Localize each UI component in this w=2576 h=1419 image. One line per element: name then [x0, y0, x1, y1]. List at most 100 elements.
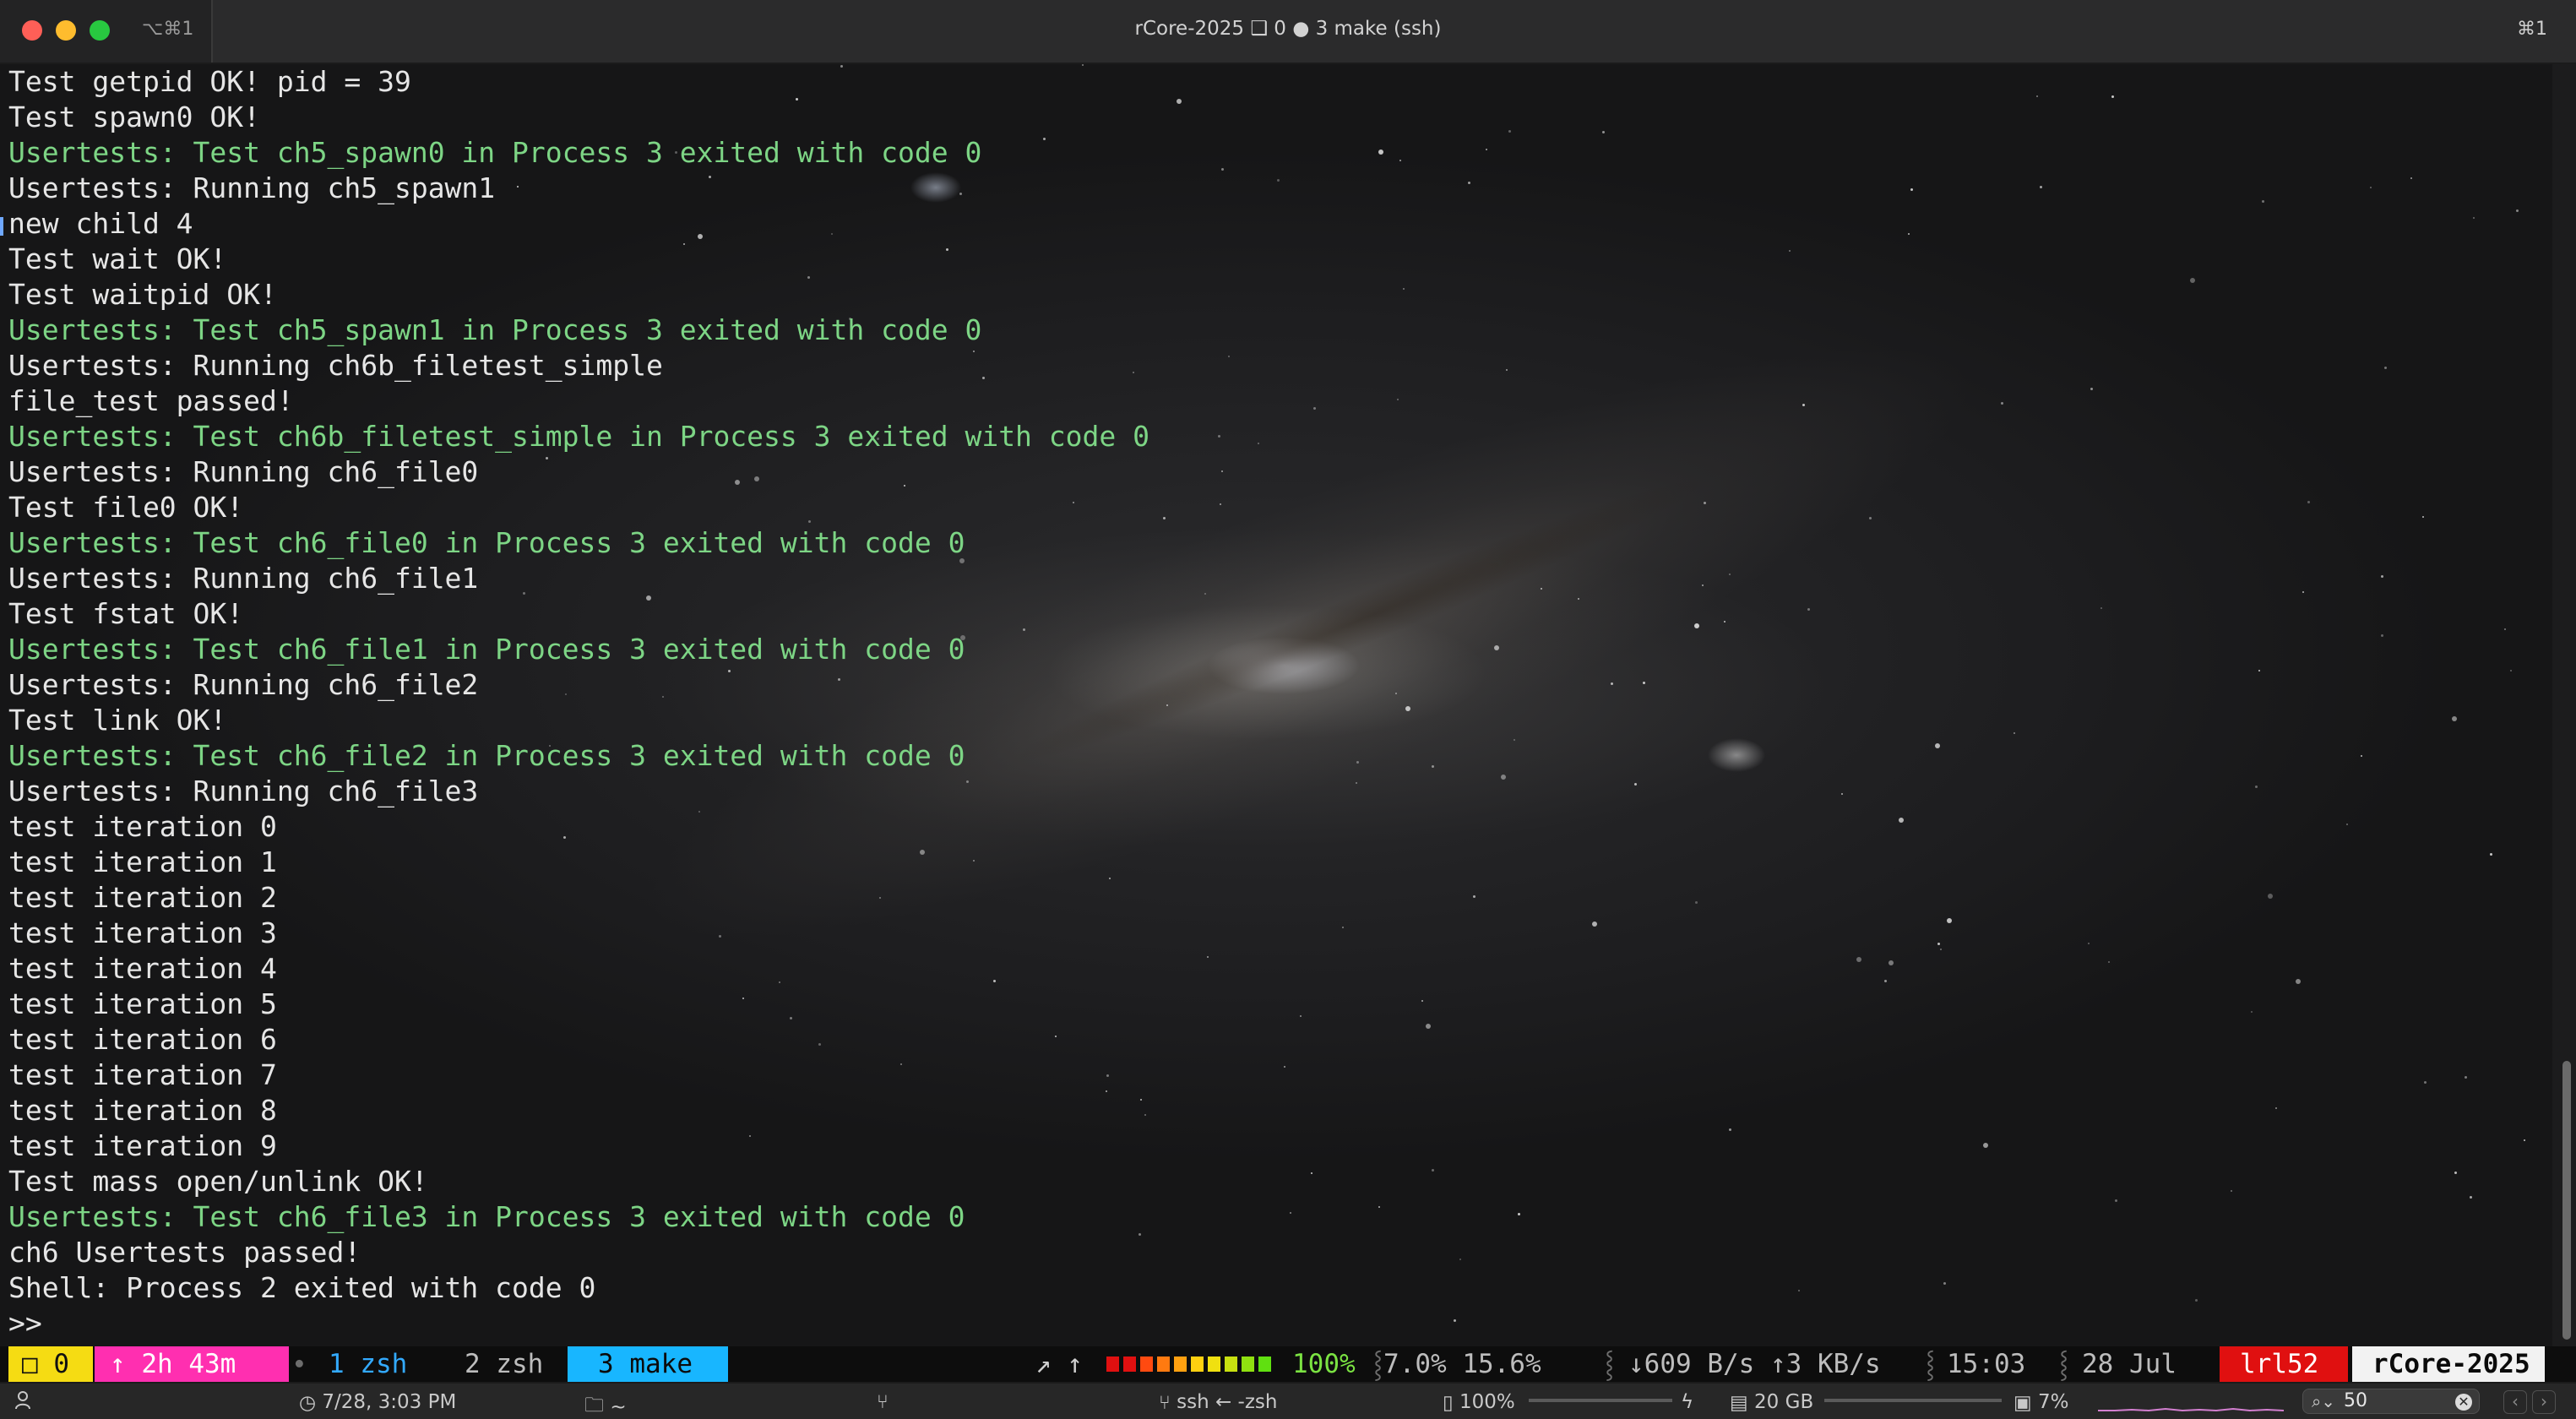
star: [1394, 692, 1397, 694]
tmux-hostname: rCore-2025: [2352, 1346, 2545, 1382]
git-branch-icon[interactable]: ⑂: [877, 1391, 889, 1413]
star: [2039, 185, 2042, 188]
process-icon: ⑂: [1159, 1391, 1171, 1414]
battery-meter-cell: [1123, 1356, 1136, 1372]
star: [1693, 623, 1699, 628]
star: [1577, 598, 1579, 601]
star: [2383, 366, 2387, 369]
status-memory[interactable]: ▤ 20 GB: [1730, 1391, 1813, 1414]
star: [2114, 1199, 2117, 1203]
terminal-line: test iteration 0: [8, 810, 277, 843]
star: [1729, 573, 1731, 575]
battery-meter-cell: [1225, 1356, 1237, 1372]
terminal-line: file_test passed!: [8, 384, 294, 417]
terminal-line-test-result: Usertests: Test ch6_file2 in Process 3 e…: [8, 739, 965, 772]
star: [1729, 1128, 1732, 1132]
star: [1284, 1066, 1286, 1068]
star: [1356, 761, 1360, 764]
star: [1218, 435, 1221, 438]
status-cpu[interactable]: ▣ 7%: [2014, 1391, 2069, 1414]
tmux-window-3-active[interactable]: 3 make: [568, 1346, 728, 1382]
scrollbar-thumb[interactable]: [2562, 1061, 2571, 1340]
star: [1884, 979, 1888, 982]
find-previous-button[interactable]: ‹: [2503, 1390, 2527, 1414]
find-next-button[interactable]: ›: [2532, 1390, 2556, 1414]
clock-icon: ◷: [299, 1391, 317, 1414]
window-title: rCore-2025 ❑ 0 ● 3 make (ssh): [1134, 18, 1442, 40]
star: [2361, 754, 2363, 757]
star: [1513, 738, 1515, 741]
battery-meter-cell: [1106, 1356, 1119, 1372]
star: [1947, 917, 1953, 923]
terminal-output-area[interactable]: Test getpid OK! pid = 39 Test spawn0 OK! U…: [0, 64, 2576, 1346]
star: [1258, 443, 1260, 445]
status-battery-text: 100%: [1459, 1391, 1515, 1413]
star: [1540, 588, 1542, 590]
find-input[interactable]: 50: [2344, 1390, 2367, 1411]
status-job[interactable]: ⑂ ssh ← -zsh: [1159, 1391, 1278, 1414]
user-icon[interactable]: [15, 1390, 30, 1411]
star: [2369, 186, 2372, 188]
star: [1840, 793, 1843, 796]
tmux-date: 28 Jul: [2082, 1349, 2177, 1379]
star: [1421, 1000, 1424, 1003]
star: [2295, 978, 2301, 984]
star: [1703, 501, 1706, 504]
terminal-scrollbar[interactable]: [2552, 64, 2576, 1346]
star: [1601, 130, 1605, 133]
terminal-line: test iteration 3: [8, 916, 277, 949]
star: [1500, 775, 1506, 780]
clear-search-button[interactable]: ✕: [2455, 1394, 2472, 1411]
charging-bolt-icon: ϟ: [1681, 1391, 1694, 1413]
star: [1453, 1318, 1456, 1322]
search-icon: ⌕⌄: [2312, 1391, 2335, 1411]
terminal-line: test iteration 9: [8, 1129, 277, 1162]
star: [2424, 1080, 2427, 1084]
star: [1934, 743, 1940, 749]
terminal-window: ⌥⌘1 rCore-2025 ❑ 0 ● 3 make (ssh) ⌘1 Tes…: [0, 0, 2576, 1419]
terminal-line: new child 4: [8, 207, 193, 240]
status-directory-text: ~: [610, 1396, 627, 1418]
star: [1166, 704, 1168, 706]
star: [1277, 178, 1280, 182]
star: [2381, 575, 2384, 579]
star: [1459, 1259, 1461, 1261]
star: [1313, 407, 1317, 410]
star: [2108, 960, 2111, 963]
star: [2274, 1107, 2277, 1110]
find-field[interactable]: ⌕⌄ 50 ✕: [2302, 1389, 2480, 1414]
star: [2195, 1298, 2198, 1302]
tmux-username: lrl52: [2220, 1346, 2348, 1382]
terminal-line: test iteration 6: [8, 1023, 277, 1056]
star: [1592, 922, 1598, 927]
cpu-usage-graph: [2098, 1407, 2284, 1412]
battery-meter-cell: [1258, 1356, 1271, 1372]
tmux-window-2[interactable]: 2 zsh: [431, 1346, 566, 1382]
memory-icon: ▤: [1730, 1391, 1748, 1414]
star: [1943, 1282, 1947, 1286]
star: [2230, 1190, 2232, 1193]
star: [1355, 781, 1357, 784]
app-status-bar: ◷ 7/28, 3:03 PM 🗀 ~ ⑂ ⑂ ssh ← -zsh ▯ 100…: [0, 1382, 2576, 1419]
battery-meter-cell: [1140, 1356, 1153, 1372]
status-memory-text: 20 GB: [1754, 1391, 1814, 1413]
tmux-window-1[interactable]: 1 zsh: [308, 1346, 422, 1382]
terminal-line: Test getpid OK! pid = 39: [8, 65, 411, 98]
status-directory[interactable]: 🗀 ~: [584, 1391, 627, 1419]
status-battery[interactable]: ▯ 100%: [1443, 1391, 1515, 1414]
star: [1300, 1014, 1302, 1017]
tmux-prefix-indicator: ↗ ↑: [1035, 1349, 1083, 1379]
star: [1220, 503, 1222, 506]
terminal-line: test iteration 7: [8, 1058, 277, 1091]
terminal-line: Usertests: Running ch6_file2: [8, 668, 479, 701]
star: [1221, 470, 1224, 473]
tmux-uptime: ↑ 2h 43m: [95, 1346, 289, 1382]
star: [1506, 368, 1508, 371]
battery-meter-cell: [1191, 1356, 1204, 1372]
star: [1206, 955, 1209, 958]
star: [2258, 669, 2260, 671]
star: [2307, 500, 2310, 503]
star: [2421, 515, 2424, 518]
star: [2451, 715, 2457, 721]
status-clock[interactable]: ◷ 7/28, 3:03 PM: [299, 1391, 456, 1414]
